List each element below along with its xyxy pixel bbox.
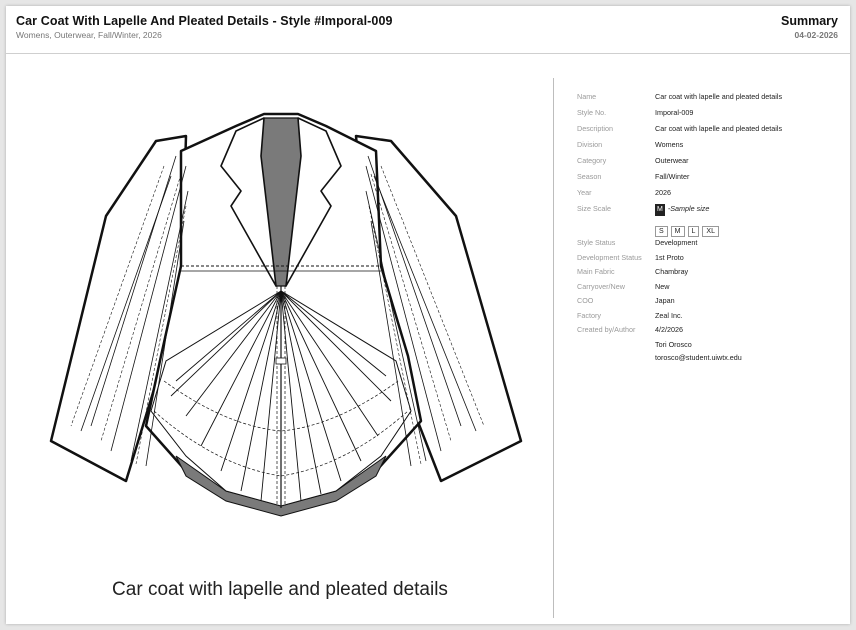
spec-value: Womens [655,140,684,149]
page-subtitle: Womens, Outerwear, Fall/Winter, 2026 [16,30,162,40]
spec-label: Name [577,92,597,101]
spec-label: Year [577,188,592,197]
spec-label: Main Fabric [577,267,615,276]
spec-table: Name Car coat with lapelle and pleated d… [577,92,839,366]
spec-row-main-fabric: Main Fabric Chambray [577,267,839,282]
spec-label: Category [577,156,607,165]
spec-row-coo: COO Japan [577,296,839,311]
spec-value: 4/2/2026 [655,325,683,334]
spec-value: Development [655,238,698,247]
spec-row-style-no: Style No. Imporal-009 [577,108,839,124]
summary-date: 04-02-2026 [794,30,838,40]
spec-row-style-status: Style Status Development [577,238,839,253]
column-divider [553,78,554,618]
spec-row-division: Division Womens [577,140,839,156]
spec-value: New [655,281,670,291]
spec-row-created-by: Created by/Author 4/2/2026 [577,325,839,340]
garment-sketch [49,112,523,517]
sample-size-badge: M [655,204,665,216]
size-list: S M L XL [655,220,839,238]
spec-label: Division [577,140,603,149]
header-divider [6,53,850,54]
sketch-caption: Car coat with lapelle and pleated detail… [112,579,448,600]
spec-row-category: Category Outerwear [577,156,839,172]
author-email: torosco@student.uiwtx.edu [655,352,742,362]
spec-label: Description [577,124,613,133]
size-option: S [655,226,668,237]
spec-row-name: Name Car coat with lapelle and pleated d… [577,92,839,108]
spec-row-season: Season Fall/Winter [577,172,839,188]
spec-value: Zeal Inc. [655,310,683,320]
summary-heading: Summary [781,14,838,28]
spec-label: Size Scale [577,204,611,213]
spec-row-factory: Factory Zeal Inc. [577,311,839,326]
spec-value: Imporal-009 [655,108,694,117]
spec-value: 1st Proto [655,252,684,262]
size-option: XL [702,226,719,237]
size-option: L [687,226,700,237]
spec-label: Carryover/New [577,281,625,291]
spec-row-author-name: Tori Orosco [577,340,839,353]
spec-row-carryover: Carryover/New New [577,282,839,297]
author-name: Tori Orosco [655,339,692,349]
spec-row-year: Year 2026 [577,188,839,204]
spec-row-development-status: Development Status 1st Proto [577,253,839,268]
spec-value: Car coat with lapelle and pleated detail… [655,124,783,133]
spec-label: Factory [577,310,601,320]
spec-row-size-scale: Size Scale M -Sample size [577,204,839,220]
spec-value: M -Sample size [655,204,709,216]
spec-row-description: Description Car coat with lapelle and pl… [577,124,839,140]
spec-label: Created by/Author [577,325,636,334]
spec-value: Fall/Winter [655,172,690,181]
spec-label: Development Status [577,252,642,262]
spec-label: Style Status [577,238,616,247]
spec-value: Car coat with lapelle and pleated detail… [655,92,783,101]
spec-sheet: Car Coat With Lapelle And Pleated Detail… [6,6,850,624]
spec-label: Style No. [577,108,607,117]
spec-value: Japan [655,296,675,305]
spec-value: Outerwear [655,156,689,165]
spec-label: COO [577,296,594,305]
header: Car Coat With Lapelle And Pleated Detail… [16,14,838,50]
size-option: M [670,226,685,237]
sample-size-note: -Sample size [667,204,710,213]
page-title: Car Coat With Lapelle And Pleated Detail… [16,14,393,28]
spec-row-author-email: torosco@student.uiwtx.edu [577,353,839,366]
spec-value: Chambray [655,267,689,276]
spec-label: Season [577,172,602,181]
spec-value: 2026 [655,188,671,197]
